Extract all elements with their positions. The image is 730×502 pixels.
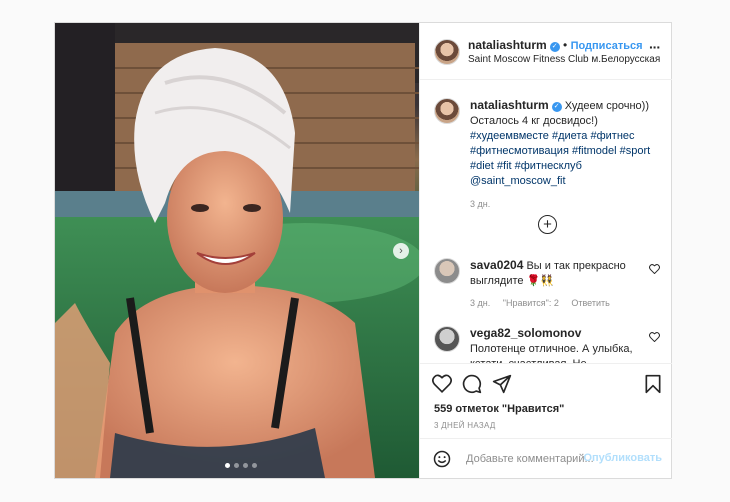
carousel-dot: [234, 463, 239, 468]
carousel-next-button[interactable]: ›: [393, 243, 409, 259]
post-side-panel: nataliashturm ✓ • Подписаться Saint Mosco…: [419, 23, 672, 478]
caption-username[interactable]: nataliashturm: [470, 98, 549, 112]
add-comment-bar: Опубликовать: [420, 438, 672, 480]
comment-text: vega82_solomonov Полотенце отличное. А у…: [470, 326, 664, 363]
caption-time: 3 дн.: [470, 199, 491, 209]
verified-badge-icon: ✓: [549, 42, 560, 52]
author-username[interactable]: nataliashturm: [468, 38, 547, 52]
mention-link[interactable]: @saint_moscow_fit: [470, 175, 566, 187]
comment-text: sava0204 Вы и так прекрасно выглядите 🌹👯: [470, 258, 664, 289]
selfie-image: [55, 23, 419, 478]
comment-likes[interactable]: "Нравится": 2: [503, 298, 559, 308]
emoji-smile-icon[interactable]: [433, 450, 451, 468]
author-avatar[interactable]: [434, 39, 460, 65]
likes-count[interactable]: 559 отметок "Нравится": [434, 403, 564, 415]
post-date: 3 ДНЕЙ НАЗАД: [434, 421, 496, 430]
instagram-post: › nataliashturm ✓ • Подписаться Saint Mos…: [54, 22, 672, 479]
commenter-avatar[interactable]: [434, 326, 460, 352]
publish-button[interactable]: Опубликовать: [583, 452, 662, 464]
post-photo[interactable]: ›: [55, 23, 419, 478]
like-heart-icon[interactable]: [432, 374, 452, 393]
hashtags-line1[interactable]: #худеемвместе #диета #фитнес: [470, 130, 635, 142]
author-line: nataliashturm ✓ • Подписаться: [468, 38, 643, 52]
comment-item: vega82_solomonov Полотенце отличное. А у…: [434, 326, 664, 363]
commenter-username[interactable]: vega82_solomonov: [470, 326, 581, 340]
post-caption: nataliashturm ✓ Худеем срочно)) Осталось …: [434, 98, 664, 209]
post-actions: 559 отметок "Нравится" 3 ДНЕЙ НАЗАД Опуб…: [420, 363, 672, 479]
comment-bubble-icon[interactable]: [462, 374, 482, 394]
comment-like-icon[interactable]: [649, 332, 660, 342]
location-link[interactable]: Saint Moscow Fitness Club м.Белорусская: [468, 54, 660, 65]
carousel-dot: [243, 463, 248, 468]
action-icons: [432, 374, 664, 396]
comments-list[interactable]: nataliashturm ✓ Худеем срочно)) Осталось …: [420, 80, 672, 363]
commenter-username[interactable]: sava0204: [470, 258, 523, 272]
chevron-right-icon: ›: [399, 245, 403, 257]
carousel-dot: [252, 463, 257, 468]
comment-body: Полотенце отличное. А улыбка, кстати, сч…: [470, 343, 633, 363]
caption-avatar[interactable]: [434, 98, 460, 124]
separator-dot: •: [563, 38, 571, 52]
comment-time: 3 дн.: [470, 298, 491, 308]
caption-lead: Худеем срочно)): [564, 100, 649, 112]
post-header: nataliashturm ✓ • Подписаться Saint Mosco…: [420, 23, 672, 80]
hashtags-line3[interactable]: #diet #fit #фитнесклуб: [470, 160, 582, 172]
follow-button[interactable]: Подписаться: [571, 40, 643, 52]
reply-button[interactable]: Ответить: [571, 298, 609, 308]
caption-line2: Осталось 4 кг досвидос!): [470, 115, 598, 127]
verified-badge-icon: ✓: [551, 102, 562, 112]
comment-like-icon[interactable]: [649, 264, 660, 274]
comment-meta: 3 дн. "Нравится": 2 Ответить: [470, 298, 664, 308]
commenter-avatar[interactable]: [434, 258, 460, 284]
more-options-icon[interactable]: ···: [649, 39, 661, 55]
caption-text: nataliashturm ✓ Худеем срочно)) Осталось …: [470, 98, 664, 189]
load-more-comments-icon[interactable]: +: [538, 215, 557, 234]
carousel-dot: [225, 463, 230, 468]
comment-input[interactable]: [464, 450, 596, 468]
save-bookmark-icon[interactable]: [644, 374, 662, 394]
share-send-icon[interactable]: [492, 374, 512, 394]
hashtags-line2[interactable]: #фитнесмотивация #fitmodel #sport: [470, 145, 650, 157]
comment-item: sava0204 Вы и так прекрасно выглядите 🌹👯…: [434, 258, 664, 308]
carousel-indicator: [225, 463, 257, 468]
